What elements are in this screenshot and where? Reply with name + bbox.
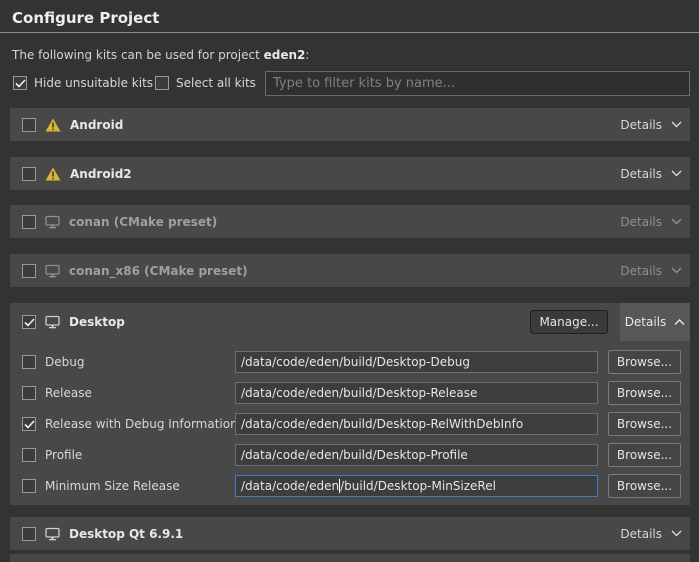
intro-prefix: The following kits can be used for proje…: [12, 48, 264, 62]
config-checkbox[interactable]: [22, 355, 36, 369]
config-label: Profile: [45, 448, 82, 462]
kit-checkbox[interactable]: [22, 315, 36, 329]
warning-icon: [45, 167, 61, 181]
build-dir-input-focused[interactable]: /data/code/eden/build/Desktop-MinSizeRel: [235, 475, 598, 497]
config-checkbox[interactable]: [22, 448, 36, 462]
build-config-row-release: Release Browse...: [10, 381, 690, 405]
checkbox-box[interactable]: [155, 76, 169, 90]
details-button[interactable]: Details: [620, 205, 682, 238]
kit-row-conan-x86: conan_x86 (CMake preset) Details: [10, 254, 690, 287]
kit-checkbox[interactable]: [22, 264, 36, 278]
kit-row-desktop-expanded: Details Desktop Manage... Debug Browse..…: [10, 303, 690, 505]
checkbox-box[interactable]: [13, 76, 27, 90]
next-row-partial: [10, 554, 690, 562]
kit-name: Desktop: [69, 315, 125, 329]
page-title: Configure Project: [12, 9, 159, 27]
build-config-row-minsizerel: Minimum Size Release /data/code/eden/bui…: [10, 474, 690, 498]
details-button[interactable]: Details: [620, 108, 682, 141]
desktop-icon: [45, 527, 60, 541]
kit-name: conan_x86 (CMake preset): [69, 264, 248, 278]
details-button[interactable]: Details: [620, 157, 682, 190]
kit-checkbox[interactable]: [22, 215, 36, 229]
build-config-row-profile: Profile Browse...: [10, 443, 690, 467]
intro-text: The following kits can be used for proje…: [12, 48, 309, 62]
config-label: Release with Debug Information: [45, 417, 238, 431]
kit-checkbox[interactable]: [22, 527, 36, 541]
browse-button[interactable]: Browse...: [608, 443, 681, 467]
browse-button[interactable]: Browse...: [608, 474, 681, 498]
path-after-caret: /build/Desktop-MinSizeRel: [340, 479, 496, 493]
intro-suffix: :: [305, 48, 309, 62]
build-dir-input[interactable]: [235, 351, 598, 373]
kit-name: Android: [70, 118, 123, 132]
desktop-icon: [45, 315, 60, 329]
desktop-icon: [45, 215, 60, 229]
hide-unsuitable-kits-label: Hide unsuitable kits: [34, 76, 153, 90]
details-label: Details: [620, 118, 662, 132]
warning-icon: [45, 118, 61, 132]
kit-name: Android2: [70, 167, 132, 181]
browse-button[interactable]: Browse...: [608, 350, 681, 374]
browse-button[interactable]: Browse...: [608, 381, 681, 405]
checkmark-icon: [24, 318, 35, 327]
build-dir-input[interactable]: [235, 413, 598, 435]
build-config-row-debug: Debug Browse...: [10, 350, 690, 374]
kit-name: conan (CMake preset): [69, 215, 217, 229]
build-config-row-relwithdebinfo: Release with Debug Information Browse...: [10, 412, 690, 436]
kit-name: Desktop Qt 6.9.1: [69, 527, 183, 541]
config-checkbox[interactable]: [22, 386, 36, 400]
checkmark-icon: [15, 79, 26, 88]
details-button[interactable]: Details: [620, 254, 682, 287]
title-separator: [0, 32, 699, 33]
config-checkbox[interactable]: [22, 417, 36, 431]
kit-filter-input[interactable]: [265, 71, 690, 96]
build-dir-input[interactable]: [235, 382, 598, 404]
project-name: eden2: [264, 48, 306, 62]
config-label: Release: [45, 386, 92, 400]
hide-unsuitable-kits-checkbox[interactable]: Hide unsuitable kits: [13, 76, 153, 90]
path-before-caret: /data/code/eden: [241, 479, 339, 493]
chevron-down-icon: [671, 530, 682, 537]
chevron-down-icon: [671, 267, 682, 274]
kit-row-android2: Android2 Details: [10, 157, 690, 190]
kit-checkbox[interactable]: [22, 118, 36, 132]
details-label: Details: [620, 215, 662, 229]
details-label: Details: [620, 167, 662, 181]
select-all-kits-label: Select all kits: [176, 76, 256, 90]
details-label: Details: [620, 527, 662, 541]
build-dir-input[interactable]: [235, 444, 598, 466]
config-checkbox[interactable]: [22, 479, 36, 493]
details-button[interactable]: Details: [620, 517, 682, 550]
chevron-down-icon: [671, 170, 682, 177]
kit-checkbox[interactable]: [22, 167, 36, 181]
desktop-icon: [45, 264, 60, 278]
config-label: Minimum Size Release: [45, 479, 180, 493]
browse-button[interactable]: Browse...: [608, 412, 681, 436]
details-label: Details: [620, 264, 662, 278]
kit-row-android: Android Details: [10, 108, 690, 141]
config-label: Debug: [45, 355, 84, 369]
kit-row-conan: conan (CMake preset) Details: [10, 205, 690, 238]
kit-row-desktop-qt: Desktop Qt 6.9.1 Details: [10, 517, 690, 550]
chevron-down-icon: [671, 121, 682, 128]
checkmark-icon: [24, 420, 35, 429]
chevron-down-icon: [671, 218, 682, 225]
manage-kits-button[interactable]: Manage...: [530, 310, 608, 334]
select-all-kits-checkbox[interactable]: Select all kits: [155, 76, 256, 90]
